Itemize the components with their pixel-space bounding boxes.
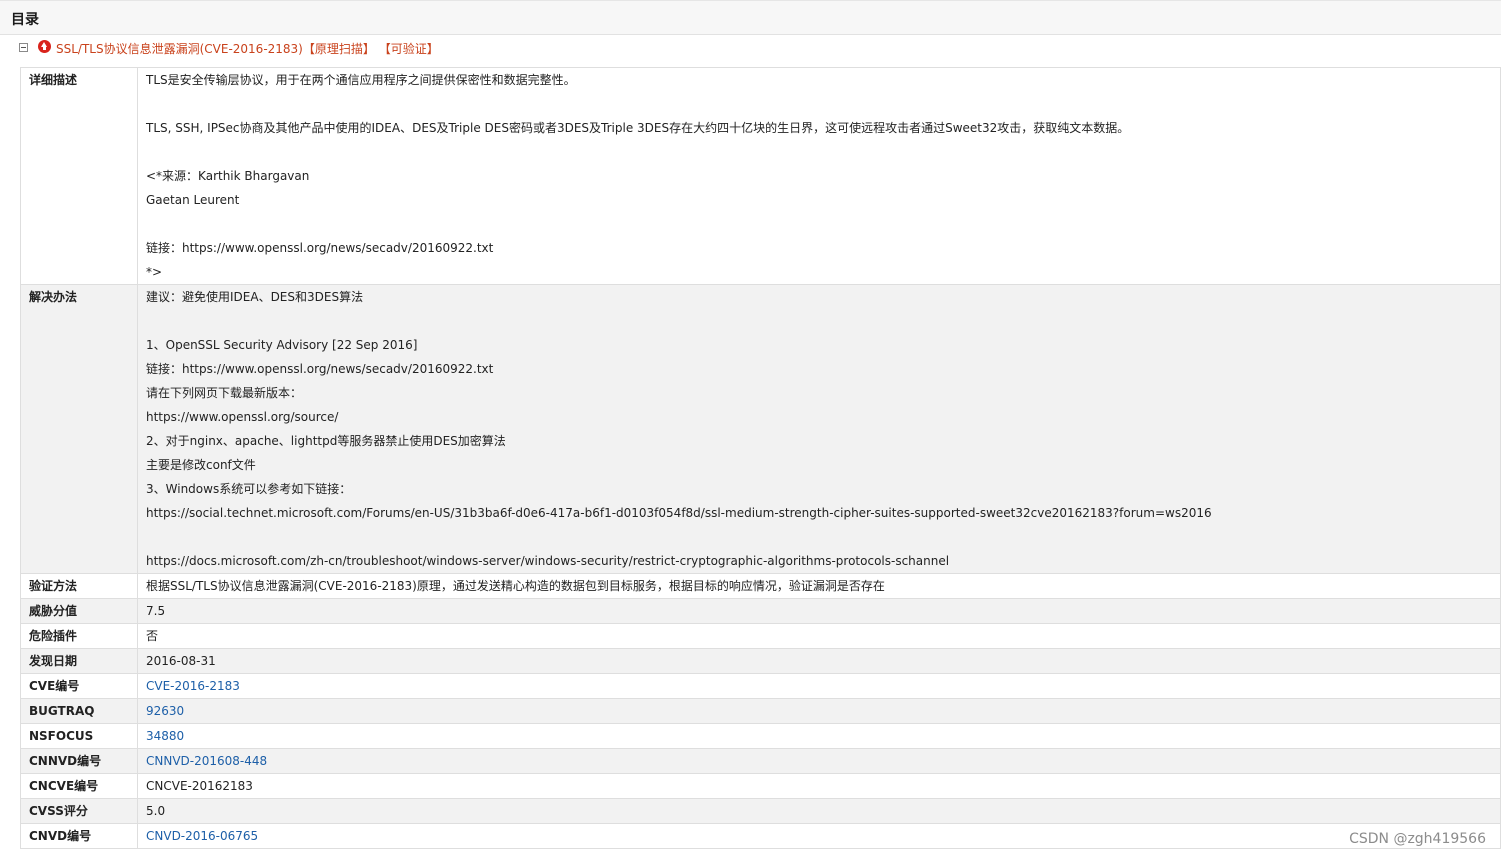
row-dangerous-plugin: 危险插件 否 [20,623,1501,649]
solution-line: 1、OpenSSL Security Advisory [22 Sep 2016… [146,338,418,352]
solution-line: 3、Windows系统可以参考如下链接： [146,482,352,496]
description-line: *> [146,265,163,279]
row-nsfocus: NSFOCUS 34880 [20,723,1501,749]
row-value: 建议：避免使用IDEA、DES和3DES算法 1、OpenSSL Securit… [137,284,1501,574]
toc-header: 目录 [0,0,1501,35]
row-cnnvd: CNNVD编号 CNNVD-201608-448 [20,748,1501,774]
row-label: 验证方法 [20,573,138,599]
row-label: 解决办法 [20,284,138,574]
row-cve: CVE编号 CVE-2016-2183 [20,673,1501,699]
vuln-title-link[interactable]: SSL/TLS协议信息泄露漏洞(CVE-2016-2183)【原理扫描】 【可验… [56,40,439,57]
row-label: 危险插件 [20,623,138,649]
cnvd-link[interactable]: CNVD-2016-06765 [146,829,258,843]
description-line: Gaetan Leurent [146,193,240,207]
cve-link[interactable]: CVE-2016-2183 [146,679,240,693]
solution-line: 请在下列网页下载最新版本： [146,386,303,400]
row-solution: 解决办法 建议：避免使用IDEA、DES和3DES算法 1、OpenSSL Se… [20,284,1501,574]
row-threat-score: 威胁分值 7.5 [20,598,1501,624]
description-line: TLS, SSH, IPSec协商及其他产品中使用的IDEA、DES及Tripl… [146,121,1130,135]
row-value: CNCVE-20162183 [137,773,1501,799]
description-line: 链接：https://www.openssl.org/news/secadv/2… [146,241,494,255]
description-line: TLS是安全传输层协议，用于在两个通信应用程序之间提供保密性和数据完整性。 [146,73,576,87]
page-title: 目录 [11,12,39,28]
row-cnvd: CNVD编号 CNVD-2016-06765 [20,823,1501,849]
vuln-tag-scan: 【原理扫描】 [302,42,375,56]
solution-line: 建议：避免使用IDEA、DES和3DES算法 [146,290,364,304]
row-label: CNNVD编号 [20,748,138,774]
row-verify-method: 验证方法 根据SSL/TLS协议信息泄露漏洞(CVE-2016-2183)原理，… [20,573,1501,599]
solution-line: 主要是修改conf文件 [146,458,256,472]
row-label: 发现日期 [20,648,138,674]
solution-line: 链接：https://www.openssl.org/news/secadv/2… [146,362,494,376]
cnnvd-link[interactable]: CNNVD-201608-448 [146,754,267,768]
solution-line: https://docs.microsoft.com/zh-cn/trouble… [146,554,950,568]
nsfocus-link[interactable]: 34880 [146,729,184,743]
row-label: CNVD编号 [20,823,138,849]
row-value: 否 [137,623,1501,649]
high-risk-icon [38,40,51,53]
row-value: 7.5 [137,598,1501,624]
row-cvss: CVSS评分 5.0 [20,798,1501,824]
row-cncve: CNCVE编号 CNCVE-20162183 [20,773,1501,799]
row-label: CNCVE编号 [20,773,138,799]
bugtraq-link[interactable]: 92630 [146,704,184,718]
row-description: 详细描述 TLS是安全传输层协议，用于在两个通信应用程序之间提供保密性和数据完整… [20,67,1501,285]
row-value: 根据SSL/TLS协议信息泄露漏洞(CVE-2016-2183)原理，通过发送精… [137,573,1501,599]
row-label: 详细描述 [20,67,138,285]
row-label: CVE编号 [20,673,138,699]
watermark: CSDN @zgh419566 [1349,831,1486,847]
solution-line: 2、对于nginx、apache、lighttpd等服务器禁止使用DES加密算法 [146,434,506,448]
row-label: 威胁分值 [20,598,138,624]
collapse-toggle-icon[interactable] [19,43,28,52]
vuln-entry[interactable]: SSL/TLS协议信息泄露漏洞(CVE-2016-2183)【原理扫描】 【可验… [0,36,1501,62]
row-bugtraq: BUGTRAQ 92630 [20,698,1501,724]
description-line: <*来源：Karthik Bhargavan [146,169,310,183]
vuln-tag-verifiable: 【可验证】 [378,42,439,56]
row-value: 5.0 [137,798,1501,824]
row-label: CVSS评分 [20,798,138,824]
row-discovery-date: 发现日期 2016-08-31 [20,648,1501,674]
solution-line: https://www.openssl.org/source/ [146,410,339,424]
vuln-detail-table: 详细描述 TLS是安全传输层协议，用于在两个通信应用程序之间提供保密性和数据完整… [20,67,1501,849]
row-label: NSFOCUS [20,723,138,749]
solution-line: https://social.technet.microsoft.com/For… [146,506,1212,520]
row-value: TLS是安全传输层协议，用于在两个通信应用程序之间提供保密性和数据完整性。 TL… [137,67,1501,285]
row-label: BUGTRAQ [20,698,138,724]
vuln-name[interactable]: SSL/TLS协议信息泄露漏洞(CVE-2016-2183) [56,42,303,56]
row-value: 2016-08-31 [137,648,1501,674]
